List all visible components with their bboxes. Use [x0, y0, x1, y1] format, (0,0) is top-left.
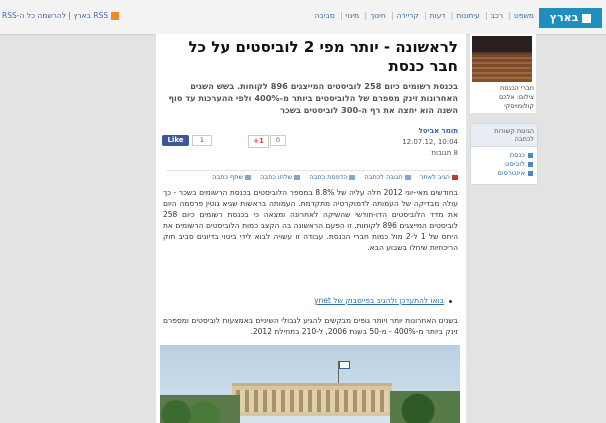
tool-print[interactable]: הדפסת כתבה	[309, 173, 356, 181]
tool-comment[interactable]: תגובה לכתבה	[365, 173, 411, 181]
article-thumbnail[interactable]: חברי הכנסת צילום: אלכס קולומויסקי	[470, 34, 536, 113]
nav-item[interactable]: מינוי	[346, 11, 360, 20]
flag-icon	[339, 361, 350, 369]
report-icon	[452, 174, 458, 180]
photo-caption-title: חברי הכנסת	[500, 84, 534, 92]
tool-report[interactable]: הגיב לאתר	[420, 173, 458, 181]
facebook-follow-text: בואו להתעדכן ולהגיב בפייסבוק של ynet	[314, 296, 444, 305]
tool-send-label: שלחו כתבה	[260, 173, 293, 181]
article-author[interactable]: תומר אביטל	[308, 126, 458, 137]
logo-square-icon	[582, 13, 592, 23]
article-body-paragraph: בחודשים מאי-יוני 2012 חלה עליה של 8.8% ב…	[163, 188, 458, 252]
photo-caption: חברי הכנסת צילום: אלכס קולומויסקי	[472, 84, 534, 111]
section-nav: משפט| רכב| עיתונות| דעות| קריירה| חינוך|…	[314, 11, 534, 20]
photo-caption-credit: צילום: אלכס קולומויסקי	[498, 93, 534, 110]
share-icon	[245, 174, 252, 180]
related-tag-label: כנסת	[509, 151, 525, 159]
facebook-follow-link[interactable]: בואו להתעדכן ולהגיב בפייסבוק של ynet	[167, 296, 452, 305]
related-tags-header: הגיגות קשורות לכתבה	[471, 124, 537, 147]
related-tag-label: לוביסט	[505, 160, 525, 168]
related-tag[interactable]: אינטרסים	[475, 169, 533, 178]
print-icon	[349, 174, 356, 180]
knesset-building-photo	[160, 345, 460, 423]
tag-icon	[528, 152, 533, 158]
nav-item[interactable]: רכב	[491, 11, 504, 20]
knesset-plenum-image	[472, 36, 532, 82]
nav-item[interactable]: עיתונות	[456, 11, 479, 20]
article-lead: בכנסת רשומים כיום 258 לוביסטים המייצגים …	[168, 81, 458, 115]
tool-share[interactable]: שתף כתבה	[212, 173, 252, 181]
mail-icon	[294, 174, 301, 180]
google-plus-count: 0	[270, 135, 286, 146]
top-bar: RSS בארץ | להרשמה כל ה-RSS משפט| רכב| עי…	[0, 0, 606, 35]
section-logo-text: בארץ	[549, 11, 579, 24]
tool-print-label: הדפסת כתבה	[309, 173, 348, 181]
tool-send[interactable]: שלחו כתבה	[260, 173, 301, 181]
article-meta: תומר אביטל 10:04 ,12.07.12 8 תגובות	[308, 126, 458, 159]
nav-item[interactable]: חינוך	[370, 11, 386, 20]
nav-item[interactable]: קריירה	[397, 11, 419, 20]
article-main: לראשונה - יותר מפי 2 לוביסטים על כל חבר …	[156, 34, 466, 423]
facebook-like-count: 1	[192, 135, 212, 146]
facebook-like-button[interactable]: Like	[162, 135, 189, 146]
rss-link[interactable]: RSS בארץ | להרשמה כל ה-RSS	[2, 11, 108, 20]
bullet-icon	[449, 299, 452, 303]
google-plus-button[interactable]: +1	[248, 135, 269, 148]
tool-report-label: הגיב לאתר	[419, 173, 450, 181]
nav-item[interactable]: דעות	[430, 11, 446, 20]
comments-count[interactable]: 8 תגובות	[308, 148, 458, 159]
social-buttons: Like 1 +1 0	[160, 134, 290, 148]
nav-item[interactable]: סביבה	[315, 11, 335, 20]
tag-icon	[528, 170, 533, 176]
related-tag-label: אינטרסים	[497, 169, 525, 177]
section-logo[interactable]: בארץ	[539, 8, 602, 28]
rss-links[interactable]: RSS בארץ | להרשמה כל ה-RSS	[2, 11, 120, 20]
article-tools: הגיב לאתר תגובה לכתבה הדפסת כתבה שלחו כת…	[166, 170, 458, 184]
tool-share-label: שתף כתבה	[212, 173, 244, 181]
tag-icon	[528, 161, 533, 167]
rss-icon	[111, 12, 120, 20]
article-title: לראשונה - יותר מפי 2 לוביסטים על כל חבר …	[188, 38, 458, 75]
tool-comment-label: תגובה לכתבה	[364, 173, 403, 181]
related-tag[interactable]: לוביסט	[475, 160, 533, 169]
article-body-paragraph-2: בשנים האחרונות יותר ויותר גופים מבקשים ל…	[163, 316, 458, 336]
comment-icon	[404, 174, 411, 180]
right-sidebar: חברי הכנסת צילום: אלכס קולומויסקי הגיגות…	[470, 34, 538, 423]
related-tags-box: הגיגות קשורות לכתבה כנסת לוביסט אינטרסים	[470, 123, 538, 185]
article-date: 10:04 ,12.07.12	[402, 138, 458, 146]
related-tag[interactable]: כנסת	[475, 151, 533, 160]
nav-item[interactable]: משפט	[514, 11, 534, 20]
